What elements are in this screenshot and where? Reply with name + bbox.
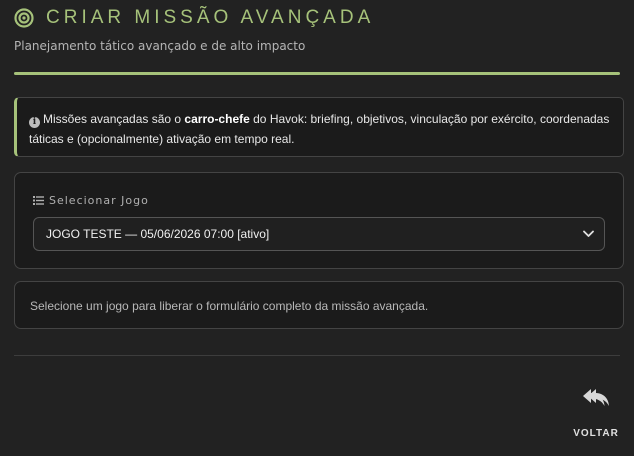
notice-card: Selecione um jogo para liberar o formulá… bbox=[14, 281, 624, 329]
info-text-before: Missões avançadas são o bbox=[43, 112, 185, 126]
game-select-label: Selecionar Jogo bbox=[33, 194, 149, 207]
page-subtitle: Planejamento tático avançado e de alto i… bbox=[14, 39, 306, 53]
page-header: CRIAR MISSÃO AVANÇADA Planejamento tátic… bbox=[14, 6, 620, 53]
accent-divider bbox=[14, 72, 620, 75]
back-button-label: VOLTAR bbox=[573, 428, 619, 439]
game-select[interactable]: JOGO TESTE — 05/06/2026 07:00 [ativo] bbox=[33, 217, 605, 251]
info-text-bold: carro-chefe bbox=[184, 112, 250, 126]
list-icon bbox=[33, 196, 44, 205]
info-callout: i Missões avançadas são o carro-chefe do … bbox=[14, 97, 624, 157]
back-button[interactable]: VOLTAR bbox=[566, 382, 626, 444]
page-title: CRIAR MISSÃO AVANÇADA bbox=[46, 7, 375, 28]
game-select-label-text: Selecionar Jogo bbox=[49, 194, 149, 207]
game-select-value: JOGO TESTE — 05/06/2026 07:00 [ativo] bbox=[46, 227, 270, 241]
info-circle-icon: i bbox=[29, 117, 40, 128]
notice-text: Selecione um jogo para liberar o formulá… bbox=[30, 299, 429, 313]
title-row: CRIAR MISSÃO AVANÇADA bbox=[14, 6, 620, 30]
game-select-card: Selecionar Jogo JOGO TESTE — 05/06/2026 … bbox=[14, 172, 624, 269]
target-icon bbox=[14, 8, 34, 28]
reply-icon bbox=[583, 389, 609, 406]
section-divider bbox=[14, 355, 620, 356]
chevron-down-icon bbox=[583, 230, 594, 237]
